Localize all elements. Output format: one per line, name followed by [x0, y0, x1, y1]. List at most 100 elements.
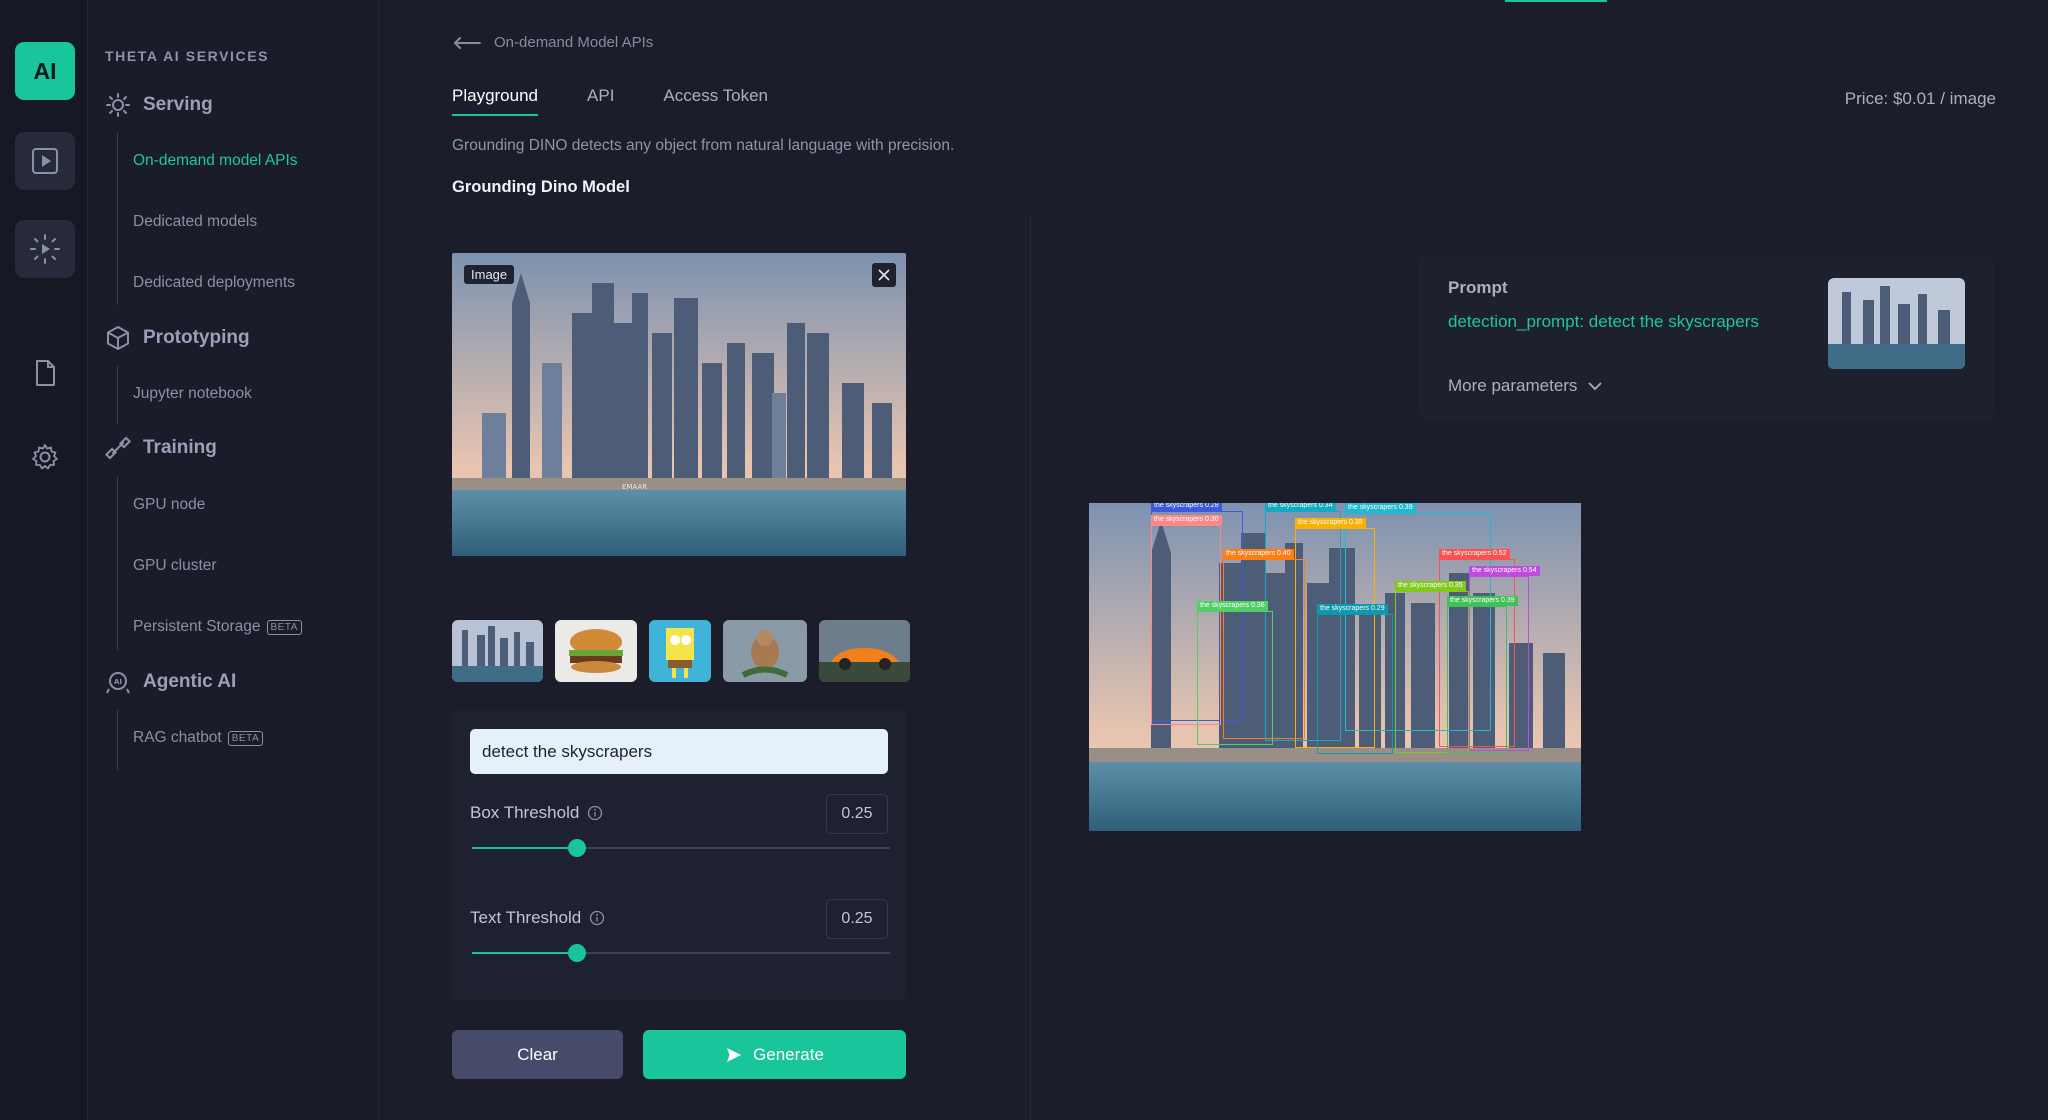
- sidebar-item-jupyter-notebook[interactable]: Jupyter notebook: [133, 385, 252, 403]
- generate-button[interactable]: Generate: [643, 1030, 906, 1079]
- box-threshold-slider[interactable]: [472, 839, 890, 857]
- slider-fill: [472, 847, 577, 849]
- group-label-training: Training: [143, 437, 217, 458]
- tab-playground[interactable]: Playground: [452, 86, 539, 116]
- back-arrow-icon: [454, 36, 481, 49]
- detection-label: the skyscrapers 0.40: [1223, 549, 1294, 559]
- tab-access-token[interactable]: Access Token: [663, 86, 768, 116]
- send-icon: [727, 1047, 742, 1062]
- squirrel-thumbnail: [723, 620, 807, 682]
- sidebar-group-serving[interactable]: Serving: [105, 92, 213, 118]
- rail-document-button[interactable]: [15, 344, 75, 402]
- detection-label: the skyscrapers 0.34: [1265, 503, 1336, 511]
- tab-bar: Playground API Access Token: [452, 86, 768, 116]
- sidebar-item-gpu-node[interactable]: GPU node: [133, 496, 205, 514]
- more-parameters-label: More parameters: [1448, 376, 1578, 395]
- sidebar-item-dedicated-models[interactable]: Dedicated models: [133, 213, 257, 231]
- icon-rail: AI: [0, 0, 88, 1120]
- prototyping-tree-line: [117, 366, 118, 424]
- burger-thumbnail: [555, 620, 637, 682]
- detection-box: the skyscrapers 0.29: [1317, 604, 1393, 754]
- parameters-panel: Box Threshold 0.25 Text Threshold 0.25: [452, 710, 906, 1000]
- model-description: Grounding DINO detects any object from n…: [452, 137, 955, 154]
- sidebar-item-on-demand-model-apis[interactable]: On-demand model APIs: [133, 152, 298, 170]
- detection-box: the skyscrapers 0.39: [1447, 596, 1518, 753]
- text-threshold-value[interactable]: 0.25: [826, 899, 888, 939]
- agentic-tree-line: [117, 710, 118, 770]
- prompt-card: Prompt detection_prompt: detect the skys…: [1418, 256, 1994, 420]
- svg-text:AI: AI: [114, 678, 122, 686]
- gear-icon: [32, 444, 58, 470]
- clear-button[interactable]: Clear: [452, 1030, 623, 1079]
- sample-image-cartoon[interactable]: [649, 620, 711, 682]
- sample-image-car[interactable]: [819, 620, 910, 682]
- detection-label: the skyscrapers 0.39: [1447, 596, 1518, 606]
- detection-label: the skyscrapers 0.54: [1469, 566, 1540, 576]
- ai-logo-button[interactable]: AI: [15, 42, 75, 100]
- breadcrumb-label: On-demand Model APIs: [494, 34, 654, 51]
- sidebar-group-training[interactable]: Training: [105, 435, 217, 461]
- sidebar-item-rag-chatbot[interactable]: RAG chatbot BETA: [133, 729, 264, 747]
- price-label: Price: $0.01 / image: [1844, 89, 1996, 108]
- breadcrumb[interactable]: On-demand Model APIs: [452, 34, 653, 51]
- box-threshold-value[interactable]: 0.25: [826, 794, 888, 834]
- rail-settings-button[interactable]: [15, 428, 75, 486]
- sample-image-squirrel[interactable]: [723, 620, 807, 682]
- agent-icon: AI: [106, 672, 130, 694]
- prompt-thumbnail: [1828, 278, 1965, 369]
- detection-box: the skyscrapers 0.36: [1197, 601, 1273, 745]
- input-image: EMAAR Image: [452, 253, 906, 556]
- prompt-text: detection_prompt: detect the skyscrapers: [1448, 312, 1759, 331]
- prompt-input[interactable]: [470, 729, 888, 774]
- text-threshold-label: Text Threshold: [470, 908, 582, 927]
- sample-image-skyline[interactable]: [452, 620, 543, 682]
- detection-label: the skyscrapers 0.28: [1151, 503, 1222, 511]
- sidebar-item-label: Dedicated models: [133, 213, 258, 230]
- skyline-thumbnail: [1828, 278, 1965, 369]
- vertical-divider: [1030, 214, 1031, 1120]
- cube-icon: [107, 326, 129, 350]
- info-icon[interactable]: [589, 910, 605, 926]
- text-threshold-slider[interactable]: [472, 944, 890, 962]
- sidebar-group-agentic-ai[interactable]: AI Agentic AI: [105, 669, 236, 695]
- more-parameters-toggle[interactable]: More parameters: [1448, 376, 1603, 396]
- rail-ai-button[interactable]: [15, 220, 75, 278]
- slider-handle[interactable]: [567, 839, 586, 857]
- slider-handle[interactable]: [567, 944, 586, 962]
- chevron-down-icon: [1588, 382, 1603, 391]
- rail-media-button[interactable]: [15, 132, 75, 190]
- text-threshold-label-group: Text Threshold: [470, 908, 605, 928]
- sidebar-item-persistent-storage[interactable]: Persistent Storage BETA: [133, 618, 302, 636]
- detection-label: the skyscrapers 0.30: [1151, 515, 1222, 525]
- detection-label: the skyscrapers 0.36: [1197, 601, 1268, 611]
- generate-label: Generate: [753, 1044, 824, 1064]
- slider-fill: [472, 952, 577, 954]
- box-threshold-label-group: Box Threshold: [470, 803, 603, 823]
- top-indicator: [1505, 0, 1607, 2]
- tab-api[interactable]: API: [587, 86, 614, 116]
- group-label-agentic-ai: Agentic AI: [143, 671, 237, 692]
- prompt-label: Prompt: [1448, 278, 1508, 297]
- sidebar-item-gpu-cluster[interactable]: GPU cluster: [133, 557, 217, 575]
- beta-badge: BETA: [266, 619, 302, 635]
- sidebar-item-dedicated-deployments[interactable]: Dedicated deployments: [133, 274, 295, 292]
- sample-image-burger[interactable]: [555, 620, 637, 682]
- detection-label: the skyscrapers 0.39: [1345, 503, 1416, 513]
- sidebar-item-label: On-demand model APIs: [133, 152, 298, 169]
- info-icon[interactable]: [587, 805, 603, 821]
- skyline-thumbnail: [452, 620, 543, 682]
- detection-label: the skyscrapers 0.52: [1439, 549, 1510, 559]
- remove-image-button[interactable]: [872, 263, 896, 287]
- detection-label: the skyscrapers 0.35: [1295, 518, 1366, 528]
- sidebar-title: THETA AI SERVICES: [105, 48, 270, 64]
- sidebar-item-label: Persistent Storage: [133, 618, 261, 635]
- sidebar: THETA AI SERVICES Serving On-demand mode…: [89, 0, 379, 1120]
- image-tag: Image: [464, 265, 515, 284]
- dumbbell-icon: [105, 436, 131, 460]
- sample-thumbnails: [452, 620, 910, 682]
- output-image: the skyscrapers 0.28 the skyscrapers 0.30…: [1089, 503, 1581, 831]
- sidebar-item-label: RAG chatbot: [133, 729, 222, 746]
- group-label-serving: Serving: [143, 94, 213, 115]
- sidebar-group-prototyping[interactable]: Prototyping: [105, 325, 250, 351]
- detection-label: the skyscrapers 0.35: [1395, 581, 1466, 591]
